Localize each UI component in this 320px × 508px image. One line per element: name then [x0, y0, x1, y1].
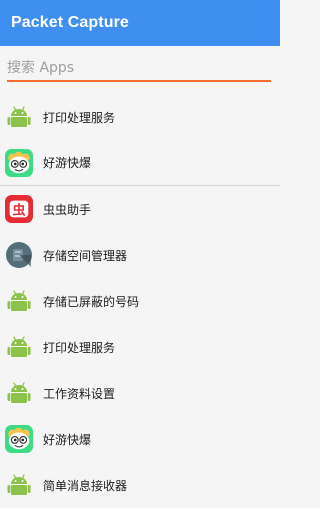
app-label: 简单消息接收器 [43, 478, 128, 493]
list-item[interactable]: 存储已屏蔽的号码 [0, 278, 280, 324]
haoyou-kuaibao-icon [5, 425, 33, 453]
app-label: 打印处理服务 [43, 110, 116, 125]
app-label: 工作资料设置 [43, 386, 116, 401]
app-label: 好游快爆 [43, 156, 92, 170]
app-label: 存储已屏蔽的号码 [43, 294, 140, 309]
list-item[interactable]: 简单消息接收器 [0, 462, 280, 508]
app-label: 存储空间管理器 [43, 248, 128, 263]
app-title: Packet Capture [11, 14, 129, 31]
app-bar: Packet Capture [0, 0, 280, 46]
app-label: 好游快爆 [43, 432, 92, 447]
android-icon [5, 471, 33, 499]
chongchong-icon: 虫 [5, 195, 33, 223]
svg-text:虫: 虫 [12, 203, 25, 219]
list-item[interactable]: 好游快爆 [0, 140, 280, 186]
list-item[interactable]: 工作资料设置 [0, 370, 280, 416]
search-box[interactable] [7, 56, 271, 84]
app-label: 虫虫助手 [43, 202, 92, 217]
storage-manager-icon [5, 241, 33, 269]
android-icon [5, 287, 33, 315]
list-item[interactable]: 存储空间管理器 [0, 232, 280, 278]
app-label: 打印处理服务 [43, 340, 116, 355]
list-item[interactable]: 打印处理服务 [0, 94, 280, 140]
app-list: 打印处理服务 好游快爆 虫 虫虫助手 存储空间管理器 存储已屏蔽的号码 打印处理… [0, 94, 280, 508]
search-input[interactable] [7, 56, 271, 82]
android-icon [5, 103, 33, 131]
android-icon [5, 379, 33, 407]
list-item[interactable]: 好游快爆 [0, 416, 280, 462]
android-icon [5, 333, 33, 361]
haoyou-kuaibao-icon [5, 148, 33, 177]
list-item[interactable]: 虫 虫虫助手 [0, 186, 280, 232]
list-item[interactable]: 打印处理服务 [0, 324, 280, 370]
